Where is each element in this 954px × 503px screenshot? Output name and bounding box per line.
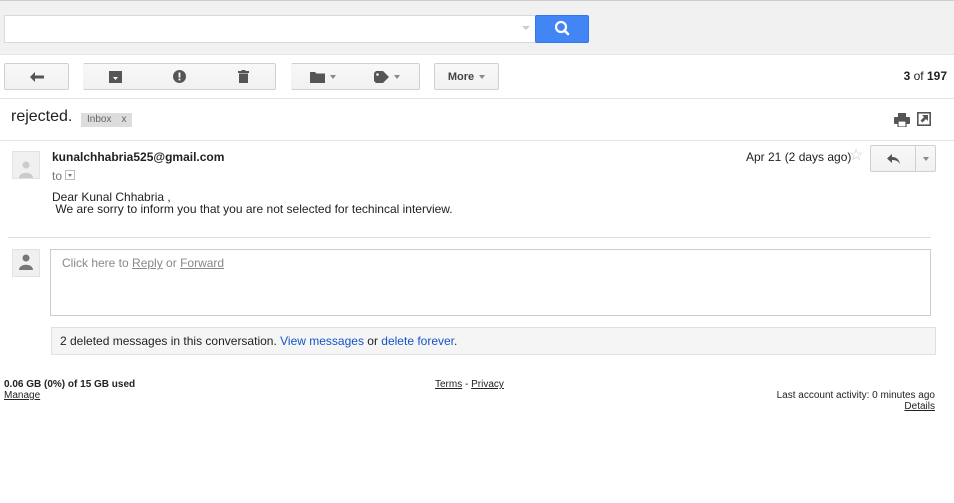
person-icon [19,254,33,270]
search-icon [554,20,570,36]
folder-icon [310,71,325,83]
spam-icon [172,70,186,83]
privacy-link[interactable]: Privacy [471,379,504,390]
report-spam-button[interactable] [147,63,212,90]
sender-email[interactable]: kunalchhabria525@gmail.com [52,150,224,164]
chevron-down-icon [394,74,400,79]
more-actions-button[interactable]: More [434,63,499,90]
reply-or-text: or [162,256,181,270]
label-chip-name: Inbox [87,114,112,125]
terms-link[interactable]: Terms [435,379,462,390]
divider [0,140,954,141]
person-icon [19,161,33,178]
delete-forever-link[interactable]: delete forever [381,334,454,348]
search-input[interactable] [4,15,536,43]
search-button[interactable] [535,15,589,43]
toolbar: More [0,55,954,99]
deleted-messages-notice: 2 deleted messages in this conversation.… [51,327,936,355]
archive-button[interactable] [83,63,148,90]
divider [8,237,931,238]
recipient-to-label: to [52,169,63,183]
message-body-line: We are sorry to inform you that you are … [52,202,453,216]
deleted-notice-end: . [454,334,458,348]
pagination-count: 3 of 197 [904,69,947,83]
manage-storage-link[interactable]: Manage [4,390,40,401]
more-label: More [447,70,475,83]
search-options-dropdown-icon[interactable] [522,26,530,30]
reply-prompt-text: Click here to [62,256,133,270]
open-in-new-window-icon[interactable] [917,112,931,126]
remove-label-button[interactable]: x [121,113,126,127]
reply-link[interactable]: Reply [132,256,163,270]
sender-avatar [12,151,40,179]
reply-button[interactable] [870,145,916,172]
activity-details-link[interactable]: Details [904,401,935,412]
thread-subject: rejected. [11,108,73,125]
message-date: Apr 21 (2 days ago) [746,150,852,164]
chevron-down-icon [479,74,486,79]
back-to-inbox-button[interactable] [4,63,69,90]
chevron-down-icon [330,74,336,79]
message-more-options-button[interactable] [915,145,936,172]
pagination-of: of [913,69,924,83]
reply-box[interactable]: Click here to Reply or Forward [50,249,931,316]
footer-links: Terms - Privacy [435,379,504,390]
last-account-activity: Last account activity: 0 minutes ago [776,390,935,401]
pagination-current: 3 [903,69,911,83]
archive-icon [108,70,122,83]
labels-button[interactable] [355,63,420,90]
reply-arrow-icon [886,153,900,164]
chevron-down-icon [922,156,929,161]
label-tag-icon [374,70,389,83]
my-avatar [12,249,40,277]
deleted-notice-text: 2 deleted messages in this conversation. [60,334,281,348]
trash-icon [237,70,249,83]
view-messages-link[interactable]: View messages [280,334,364,348]
delete-button[interactable] [211,63,276,90]
back-arrow-icon [29,71,44,82]
chevron-down-icon [68,173,72,177]
move-to-button[interactable] [291,63,356,90]
star-icon[interactable]: ☆ [849,147,863,165]
forward-link[interactable]: Forward [180,256,224,270]
label-chip-inbox[interactable]: Inbox x [81,113,133,127]
print-all-icon[interactable] [894,113,910,128]
storage-usage: 0.06 GB (0%) of 15 GB used [4,379,136,390]
deleted-or-text: or [363,334,382,348]
show-details-dropdown[interactable] [65,170,75,180]
footer-separator: - [462,379,472,390]
pagination-total: 197 [926,69,947,83]
